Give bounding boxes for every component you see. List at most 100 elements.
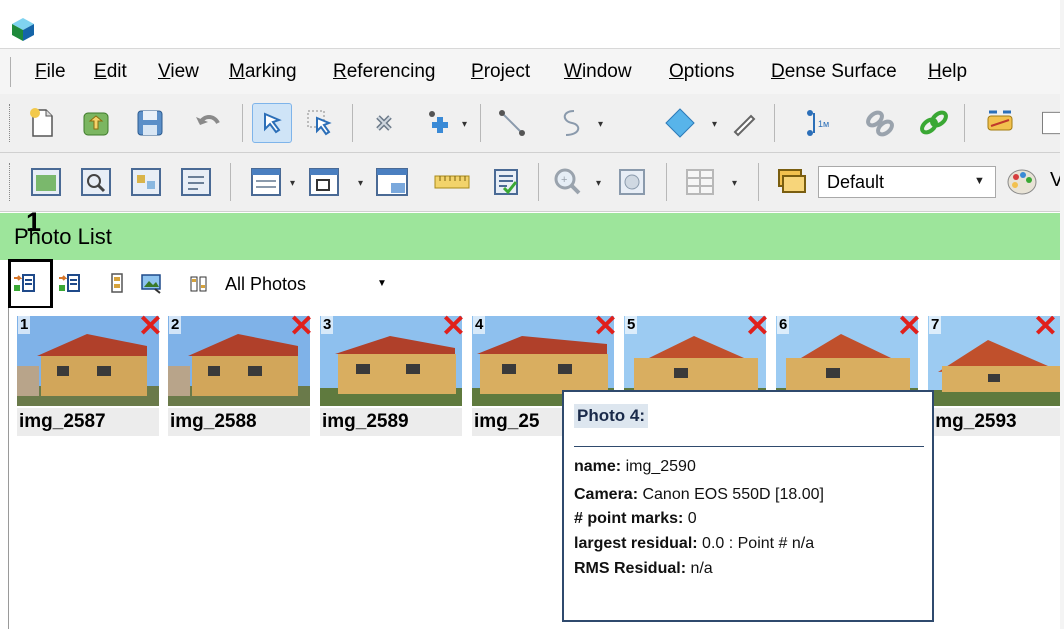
- scale-button[interactable]: 1м: [800, 103, 840, 143]
- svg-text:+: +: [561, 174, 567, 186]
- style-dropdown[interactable]: Default: [818, 166, 996, 198]
- edge-tool-button[interactable]: [660, 103, 700, 143]
- open-project-button[interactable]: [76, 103, 116, 143]
- photo-number: 6: [777, 316, 790, 334]
- columns-icon: [686, 169, 714, 195]
- menu-window[interactable]: Window: [564, 61, 632, 83]
- chevron-down-icon[interactable]: ▾: [712, 119, 717, 130]
- table-view-button[interactable]: [246, 162, 286, 202]
- add-point-button[interactable]: [420, 103, 460, 143]
- rejected-x-icon: ✕: [896, 310, 922, 343]
- layout-view-button[interactable]: [372, 162, 412, 202]
- photo-thumbnail[interactable]: 3 ✕ img_2589: [320, 312, 466, 438]
- report-button[interactable]: [486, 162, 526, 202]
- chevron-down-icon[interactable]: ▾: [462, 119, 467, 130]
- app-logo-icon: [12, 18, 34, 41]
- main-toolbar: ▾ ▾ ▾ 1м: [0, 94, 1064, 153]
- scale-distance-icon: 1м: [807, 110, 829, 136]
- toolbar-separator: [774, 104, 775, 142]
- photo-properties-icon[interactable]: [140, 272, 162, 294]
- color-palette-icon: [1007, 169, 1037, 195]
- chain-link-icon: [920, 110, 948, 135]
- pencil-icon: [733, 114, 756, 137]
- chevron-down-icon[interactable]: ▾: [596, 178, 601, 189]
- menu-bar: File Edit View Marking Referencing Proje…: [0, 48, 1064, 95]
- toolbar-grip: [9, 163, 12, 201]
- chevron-down-icon[interactable]: ▾: [290, 178, 295, 189]
- chevron-down-icon[interactable]: ▼: [377, 278, 387, 289]
- auto-match-button[interactable]: [980, 103, 1020, 143]
- menu-dense-surface[interactable]: Dense Surface: [771, 61, 897, 83]
- photo-name: img_2587: [17, 408, 159, 436]
- measure-tool-button[interactable]: [724, 103, 764, 143]
- 3d-view-button[interactable]: [304, 162, 344, 202]
- palette-button[interactable]: [1002, 162, 1042, 202]
- photo-thumbnail[interactable]: 1 ✕ img_2587: [17, 312, 163, 438]
- menu-referencing[interactable]: Referencing: [333, 61, 435, 83]
- toolbar-grip: [9, 104, 12, 142]
- chevron-down-icon[interactable]: ▼: [974, 175, 985, 187]
- curve-tool-button[interactable]: [548, 103, 588, 143]
- photo-name: img_2589: [320, 408, 462, 436]
- grid-window-icon: [131, 168, 161, 196]
- tooltip-camera-row: Camera: Canon EOS 550D [18.00]: [574, 486, 824, 503]
- tooltip-title: Photo 4:: [574, 404, 648, 428]
- menu-grip: [10, 57, 13, 87]
- report-icon: [494, 169, 518, 195]
- undo-arrow-icon: [196, 115, 220, 125]
- photo-strip-icon[interactable]: [106, 272, 128, 294]
- menu-project[interactable]: Project: [471, 61, 530, 83]
- photo-number: 1: [18, 316, 31, 334]
- checklist-view-button[interactable]: [176, 162, 216, 202]
- curve-icon: [563, 110, 580, 136]
- unlink-button[interactable]: [860, 103, 900, 143]
- chevron-down-icon[interactable]: ▾: [732, 178, 737, 189]
- svg-text:1м: 1м: [818, 119, 829, 129]
- photo-view-button[interactable]: [26, 162, 66, 202]
- rectangle-select-button[interactable]: [300, 103, 340, 143]
- menu-file[interactable]: File: [35, 61, 66, 83]
- toolbar-separator: [480, 104, 481, 142]
- annotation-number: 1: [26, 207, 42, 237]
- delete-mark-button[interactable]: [364, 103, 404, 143]
- rejected-x-icon: ✕: [440, 310, 466, 343]
- grid-view-button[interactable]: [126, 162, 166, 202]
- rejected-x-icon: ✕: [1032, 316, 1058, 343]
- photo-thumbnail[interactable]: 2 ✕ img_2588: [168, 312, 314, 438]
- photo-filter-dropdown[interactable]: All Photos: [225, 270, 400, 298]
- new-project-button[interactable]: [22, 103, 62, 143]
- line-tool-button[interactable]: [492, 103, 532, 143]
- chevron-down-icon[interactable]: ▾: [598, 119, 603, 130]
- columns-button[interactable]: [680, 162, 720, 202]
- magnifier-icon: +: [554, 168, 581, 195]
- tooltip-marks-row: # point marks: 0: [574, 510, 697, 527]
- photo-number: 2: [169, 316, 182, 334]
- menu-help[interactable]: Help: [928, 61, 967, 83]
- add-photos-alt-icon[interactable]: [58, 272, 80, 294]
- match-points-icon: [987, 110, 1013, 131]
- menu-options[interactable]: Options: [669, 61, 734, 83]
- select-tool-button[interactable]: [252, 103, 292, 143]
- photo-window-icon: [31, 168, 61, 196]
- ruler-icon: [434, 175, 470, 189]
- ruler-button[interactable]: [432, 162, 472, 202]
- chevron-down-icon[interactable]: ▾: [358, 178, 363, 189]
- 3d-window-icon: [309, 168, 339, 196]
- menu-edit[interactable]: Edit: [94, 61, 127, 83]
- toolbar-separator: [230, 163, 231, 201]
- styles-button[interactable]: [772, 162, 812, 202]
- photo-number: 7: [929, 316, 942, 334]
- broken-chain-icon: [866, 110, 894, 137]
- menu-view[interactable]: View: [158, 61, 199, 83]
- link-button[interactable]: [914, 103, 954, 143]
- zoom-button[interactable]: +: [548, 162, 588, 202]
- menu-marking[interactable]: Marking: [229, 61, 297, 83]
- photo-name: img_2593: [928, 408, 1060, 436]
- zoom-view-button[interactable]: [76, 162, 116, 202]
- save-project-button[interactable]: [130, 103, 170, 143]
- photo-grid-button[interactable]: [612, 162, 652, 202]
- open-folder-icon: [83, 112, 109, 136]
- photo-thumbnail[interactable]: 7 ✕ img_2593: [928, 316, 1060, 438]
- panel-border: [8, 308, 9, 629]
- undo-button[interactable]: [188, 103, 228, 143]
